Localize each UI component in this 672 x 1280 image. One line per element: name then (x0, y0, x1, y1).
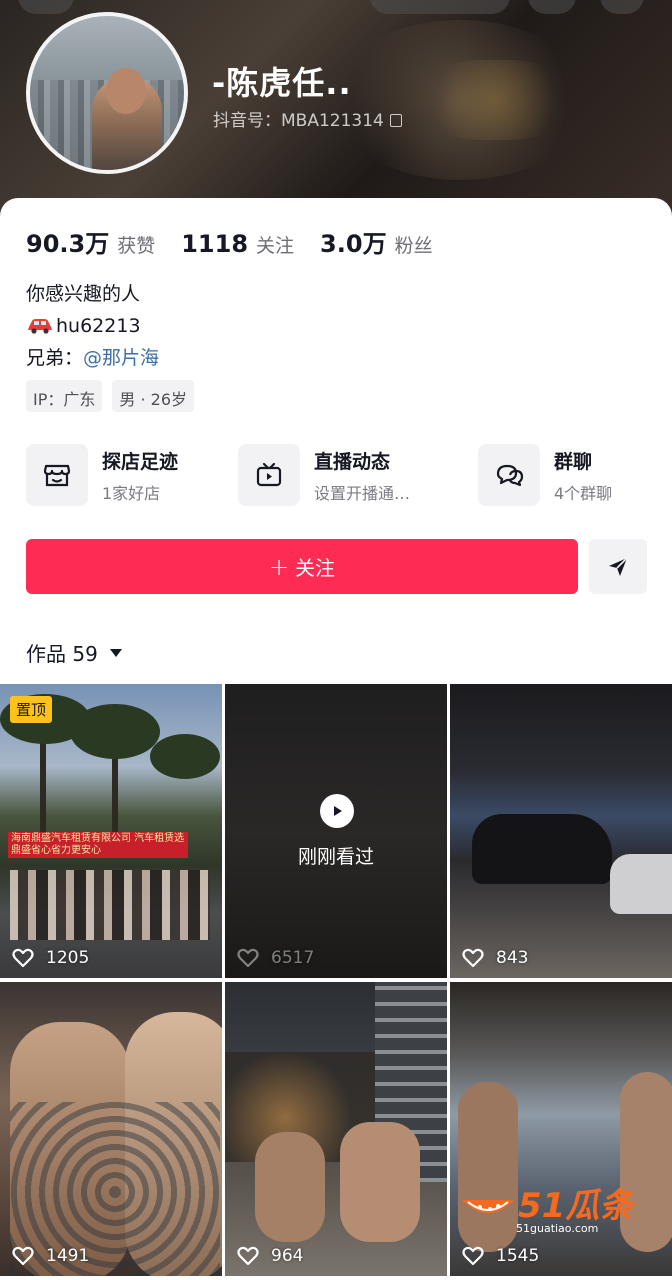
like-count: 1205 (12, 948, 89, 968)
copy-icon[interactable] (389, 114, 402, 127)
works-tab[interactable]: 作品 59 (26, 638, 122, 667)
melon-logo-icon (462, 1200, 514, 1213)
bio-line-3-prefix: 兄弟： (26, 347, 84, 369)
bio-line-2-text: hu62213 (56, 315, 141, 337)
like-count: 1491 (12, 1246, 89, 1266)
feature-chat-title: 群聊 (554, 450, 593, 473)
like-count-text: 1205 (46, 948, 90, 968)
dark-car (472, 814, 612, 884)
bio-line-2: hu62213 (26, 310, 159, 342)
feature-live-title: 直播动态 (314, 450, 391, 473)
watermark-url: 51guatiao.com (516, 1222, 599, 1235)
bio: 你感兴趣的人 hu62213 兄弟：@那片海 (26, 278, 159, 374)
pinned-badge: 置顶 (10, 696, 53, 723)
stat-likes-label: 获赞 (117, 235, 156, 257)
shop-icon (26, 444, 88, 506)
video-tile[interactable]: 843 (450, 684, 672, 978)
stats-row: 90.3万 获赞 1118 关注 3.0万 粉丝 (26, 224, 459, 259)
like-count-text: 843 (496, 948, 529, 968)
mention-link[interactable]: @那片海 (83, 347, 159, 369)
avatar[interactable] (26, 12, 188, 174)
white-car (610, 854, 672, 914)
dropdown-arrow-icon[interactable] (109, 648, 122, 657)
stat-following[interactable]: 1118 关注 (181, 230, 294, 258)
stat-likes[interactable]: 90.3万 获赞 (26, 224, 155, 259)
watermark-text: 51瓜条 (518, 1186, 634, 1226)
search-pill-button[interactable] (370, 0, 510, 14)
profile-header-background: -陈虎任.. 抖音号：MBA121314 (0, 0, 672, 230)
company-banner: 海南鼎盛汽车租赁有限公司 汽车租赁选鼎盛省心省力更安心 (8, 832, 188, 858)
tv-icon (238, 444, 300, 506)
watermark-logo: 51瓜条 51guatiao.com (458, 1178, 668, 1238)
paper-plane-icon (609, 556, 628, 576)
header-background-highlight (420, 60, 570, 140)
like-count-text: 1545 (496, 1246, 540, 1266)
douyin-id[interactable]: 抖音号：MBA121314 (213, 106, 402, 131)
heart-icon (237, 1246, 259, 1266)
video-tile[interactable]: 刚刚看过 6517 (225, 684, 447, 978)
video-tile[interactable]: 海南鼎盛汽车租赁有限公司 汽车租赁选鼎盛省心省力更安心 置顶 1205 (0, 684, 222, 978)
send-message-button[interactable] (589, 539, 647, 594)
heart-icon (462, 948, 484, 968)
feature-shop-visits[interactable]: 探店足迹 1家好店 (26, 444, 178, 506)
stat-likes-count: 90.3万 (26, 230, 110, 258)
crowd (10, 870, 210, 940)
like-count: 964 (237, 1246, 303, 1266)
feature-shop-subtitle: 1家好店 (102, 483, 161, 503)
like-count-text: 964 (271, 1246, 304, 1266)
heart-icon (237, 948, 259, 968)
features-row: 探店足迹 1家好店 直播动态 设置开播通… 群聊 4个群聊 (26, 444, 648, 508)
video-tile[interactable]: 51瓜条 51guatiao.com 1545 (450, 982, 672, 1276)
stat-following-label: 关注 (256, 235, 295, 257)
back-button[interactable] (18, 0, 74, 14)
heart-icon (12, 948, 34, 968)
video-tile[interactable]: 1491 (0, 982, 222, 1276)
feature-group-chat[interactable]: 群聊 4个群聊 (478, 444, 612, 506)
stat-following-count: 1118 (181, 230, 249, 258)
feature-live[interactable]: 直播动态 设置开播通… (238, 444, 410, 506)
feature-live-subtitle: 设置开播通… (314, 483, 411, 503)
car-emoji-icon (28, 319, 52, 334)
bio-line-1: 你感兴趣的人 (26, 283, 141, 305)
avatar-head (106, 68, 146, 114)
tags-row: IP：广东 男 · 26岁 (26, 380, 194, 412)
like-count: 843 (462, 948, 528, 968)
bio-line-3: 兄弟：@那片海 (26, 342, 159, 374)
chat-icon (478, 444, 540, 506)
person-right (340, 1122, 420, 1242)
stat-followers[interactable]: 3.0万 粉丝 (320, 224, 433, 259)
more-icon[interactable] (600, 0, 644, 14)
person-left (255, 1132, 325, 1242)
profile-card: 90.3万 获赞 1118 关注 3.0万 粉丝 你感兴趣的人 hu62213 … (0, 198, 672, 1280)
profile-name: -陈虎任.. (212, 64, 352, 102)
palm-leaves (150, 734, 220, 779)
follow-button[interactable]: + 关注 (26, 539, 578, 594)
heart-icon (12, 1246, 34, 1266)
gender-age-tag: 男 · 26岁 (112, 380, 194, 412)
follow-button-label: 关注 (295, 556, 336, 580)
stat-followers-count: 3.0万 (320, 230, 387, 258)
video-tile[interactable]: 964 (225, 982, 447, 1276)
palm-leaves (70, 704, 160, 759)
works-tab-label: 作品 59 (26, 642, 98, 666)
search-icon[interactable] (528, 0, 576, 14)
heart-icon (462, 1246, 484, 1266)
like-count-text: 1491 (46, 1246, 90, 1266)
feature-chat-subtitle: 4个群聊 (554, 483, 613, 503)
recently-watched-label: 刚刚看过 (297, 846, 374, 868)
like-count: 6517 (237, 948, 314, 968)
feature-shop-title: 探店足迹 (102, 450, 179, 473)
plus-icon: + (268, 552, 290, 581)
stat-followers-label: 粉丝 (394, 235, 433, 257)
like-count: 1545 (462, 1246, 539, 1266)
ip-tag: IP：广东 (26, 380, 103, 412)
play-icon (320, 794, 354, 828)
like-count-text: 6517 (271, 948, 315, 968)
douyin-id-text: 抖音号：MBA121314 (213, 111, 384, 131)
